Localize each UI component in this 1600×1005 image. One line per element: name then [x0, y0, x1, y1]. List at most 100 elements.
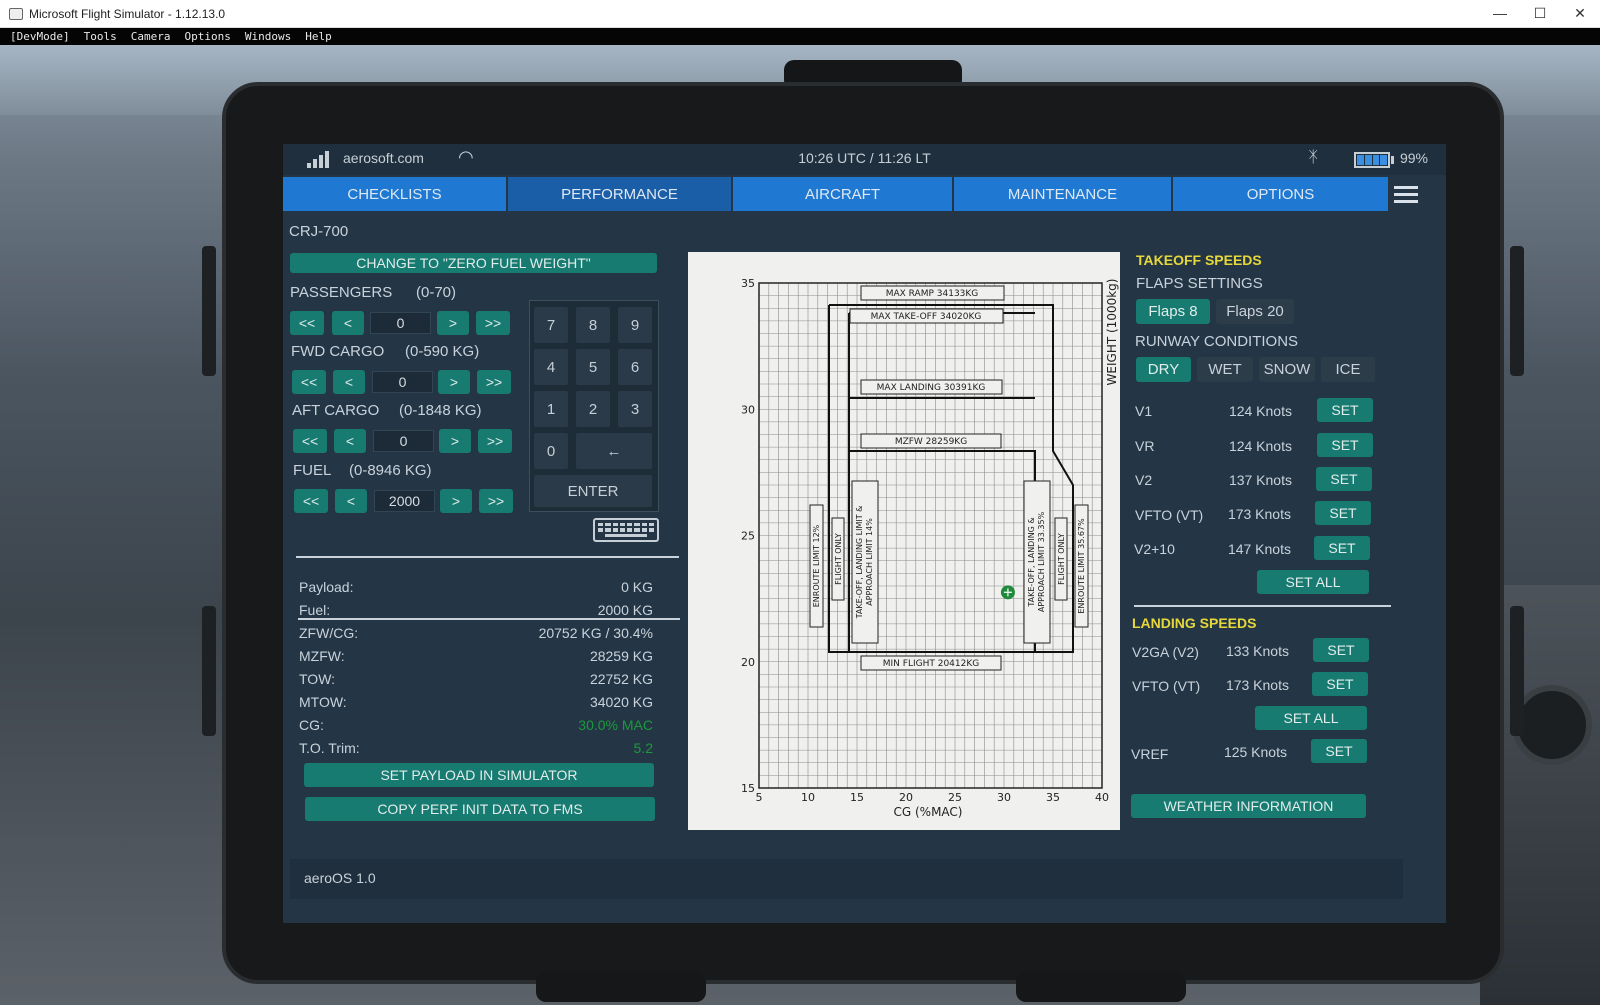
minimize-button[interactable]: —	[1480, 5, 1520, 22]
fwd-cargo-dec10-button[interactable]: <<	[292, 370, 326, 394]
summary-label: MTOW:	[299, 694, 347, 710]
speed-vfto-landing-value: 173 Knots	[1225, 677, 1289, 693]
key-2[interactable]: 2	[576, 391, 610, 427]
flaps-20-button[interactable]: Flaps 20	[1216, 299, 1294, 324]
set-all-landing-button[interactable]: SET ALL	[1255, 706, 1367, 730]
hamburger-menu-icon[interactable]	[1390, 177, 1422, 211]
tab-bar: CHECKLISTS PERFORMANCE AIRCRAFT MAINTENA…	[283, 177, 1446, 211]
aft-cargo-dec10-button[interactable]: <<	[293, 429, 327, 453]
change-zfw-button[interactable]: CHANGE TO "ZERO FUEL WEIGHT"	[290, 253, 657, 273]
set-v1-button[interactable]: SET	[1317, 398, 1373, 422]
takeoff-speeds-title: TAKEOFF SPEEDS	[1136, 252, 1262, 268]
tab-performance[interactable]: PERFORMANCE	[508, 177, 731, 211]
key-0[interactable]: 0	[534, 433, 568, 469]
key-6[interactable]: 6	[618, 349, 652, 385]
runway-snow-button[interactable]: SNOW	[1259, 357, 1315, 382]
runway-wet-button[interactable]: WET	[1197, 357, 1253, 382]
aft-cargo-inc-button[interactable]: >	[439, 429, 471, 453]
fuel-inc-button[interactable]: >	[440, 489, 472, 513]
fwd-cargo-inc10-button[interactable]: >>	[477, 370, 511, 394]
tablet-handle	[1510, 246, 1524, 376]
fuel-input[interactable]: 2000	[374, 490, 435, 512]
fwd-cargo-dec-button[interactable]: <	[333, 370, 365, 394]
fuel-label: FUEL	[293, 462, 332, 479]
set-v2ga-button[interactable]: SET	[1313, 638, 1369, 662]
tab-maintenance[interactable]: MAINTENANCE	[954, 177, 1171, 211]
maximize-button[interactable]: ☐	[1520, 5, 1560, 22]
set-all-takeoff-button[interactable]: SET ALL	[1257, 570, 1369, 594]
key-5[interactable]: 5	[576, 349, 610, 385]
backspace-key[interactable]: ←	[576, 433, 652, 469]
fuel-range: (0-8946 KG)	[349, 462, 432, 479]
tab-checklists[interactable]: CHECKLISTS	[283, 177, 506, 211]
tab-options[interactable]: OPTIONS	[1173, 177, 1388, 211]
aft-cargo-label: AFT CARGO	[292, 402, 380, 419]
runway-ice-button[interactable]: ICE	[1321, 357, 1375, 382]
flaps-8-button[interactable]: Flaps 8	[1136, 299, 1210, 324]
fuel-slider-track[interactable]	[298, 618, 680, 620]
set-v2-button[interactable]: SET	[1316, 467, 1372, 491]
passengers-input[interactable]: 0	[370, 312, 431, 334]
menu-devmode[interactable]: [DevMode]	[10, 30, 70, 43]
passengers-inc10-button[interactable]: >>	[476, 311, 510, 335]
fuel-inc10-button[interactable]: >>	[479, 489, 513, 513]
divider	[296, 556, 679, 558]
copy-perf-init-button[interactable]: COPY PERF INIT DATA TO FMS	[305, 797, 655, 821]
speed-v1-name: V1	[1135, 403, 1153, 419]
cockpit-dial	[1512, 685, 1592, 765]
chart-svg: MAX RAMP 34133KG MAX TAKE-OFF 34020KG MA…	[741, 277, 1119, 819]
aft-cargo-input[interactable]: 0	[373, 430, 434, 452]
passengers-inc-button[interactable]: >	[437, 311, 469, 335]
aft-cargo-dec-button[interactable]: <	[334, 429, 366, 453]
key-4[interactable]: 4	[534, 349, 568, 385]
menu-windows[interactable]: Windows	[245, 30, 291, 43]
menu-options[interactable]: Options	[184, 30, 230, 43]
to-ldg-fwd-label-1: TAKE-OFF, LANDING LIMIT &	[855, 506, 864, 620]
y-tick-label: 25	[741, 530, 755, 543]
clock: 10:26 UTC / 11:26 LT	[798, 150, 931, 166]
weather-information-button[interactable]: WEATHER INFORMATION	[1131, 794, 1366, 818]
key-1[interactable]: 1	[534, 391, 568, 427]
menu-camera[interactable]: Camera	[131, 30, 171, 43]
set-vr-button[interactable]: SET	[1317, 433, 1373, 457]
set-v2plus10-button[interactable]: SET	[1314, 536, 1370, 560]
fuel-dec-button[interactable]: <	[335, 489, 367, 513]
passengers-dec-button[interactable]: <	[332, 311, 364, 335]
tablet-handle	[202, 246, 216, 376]
set-vfto-landing-button[interactable]: SET	[1312, 672, 1368, 696]
runway-conditions-title: RUNWAY CONDITIONS	[1135, 333, 1299, 350]
fwd-cargo-inc-button[interactable]: >	[438, 370, 470, 394]
aircraft-type: CRJ-700	[289, 223, 349, 240]
key-3[interactable]: 3	[618, 391, 652, 427]
y-tick-label: 30	[741, 403, 755, 416]
tab-aircraft[interactable]: AIRCRAFT	[733, 177, 952, 211]
speed-vr-value: 124 Knots	[1228, 438, 1292, 454]
key-9[interactable]: 9	[618, 307, 652, 343]
enroute-35-label: ENROUTE LIMIT 35.67%	[1077, 518, 1086, 614]
aft-cargo-range: (0-1848 KG)	[399, 402, 482, 419]
menu-help[interactable]: Help	[305, 30, 332, 43]
battery-cap	[1391, 156, 1394, 164]
x-tick-label: 30	[997, 791, 1011, 804]
close-button[interactable]: ✕	[1560, 5, 1600, 22]
summary-label: Fuel:	[299, 602, 331, 618]
menu-tools[interactable]: Tools	[84, 30, 117, 43]
speed-v2plus10-value: 147 Knots	[1227, 541, 1291, 557]
key-8[interactable]: 8	[576, 307, 610, 343]
set-payload-button[interactable]: SET PAYLOAD IN SIMULATOR	[304, 763, 654, 787]
key-7[interactable]: 7	[534, 307, 568, 343]
fuel-dec10-button[interactable]: <<	[294, 489, 328, 513]
status-bar: aerosoft.com ◠ 10:26 UTC / 11:26 LT ᛡ 99…	[283, 144, 1446, 175]
fwd-cargo-input[interactable]: 0	[372, 371, 433, 393]
passengers-dec10-button[interactable]: <<	[290, 311, 324, 335]
enter-key[interactable]: ENTER	[534, 475, 652, 507]
summary-label: ZFW/CG:	[299, 625, 359, 641]
aft-cargo-inc10-button[interactable]: >>	[478, 429, 512, 453]
summary-cg: CG: 30.0% MAC	[299, 717, 653, 733]
runway-dry-button[interactable]: DRY	[1136, 357, 1191, 382]
summary-label: T.O. Trim:	[299, 740, 360, 756]
summary-label: CG:	[299, 717, 324, 733]
set-vref-button[interactable]: SET	[1311, 739, 1367, 763]
keyboard-icon[interactable]	[593, 518, 659, 542]
set-vfto-button[interactable]: SET	[1315, 501, 1371, 525]
